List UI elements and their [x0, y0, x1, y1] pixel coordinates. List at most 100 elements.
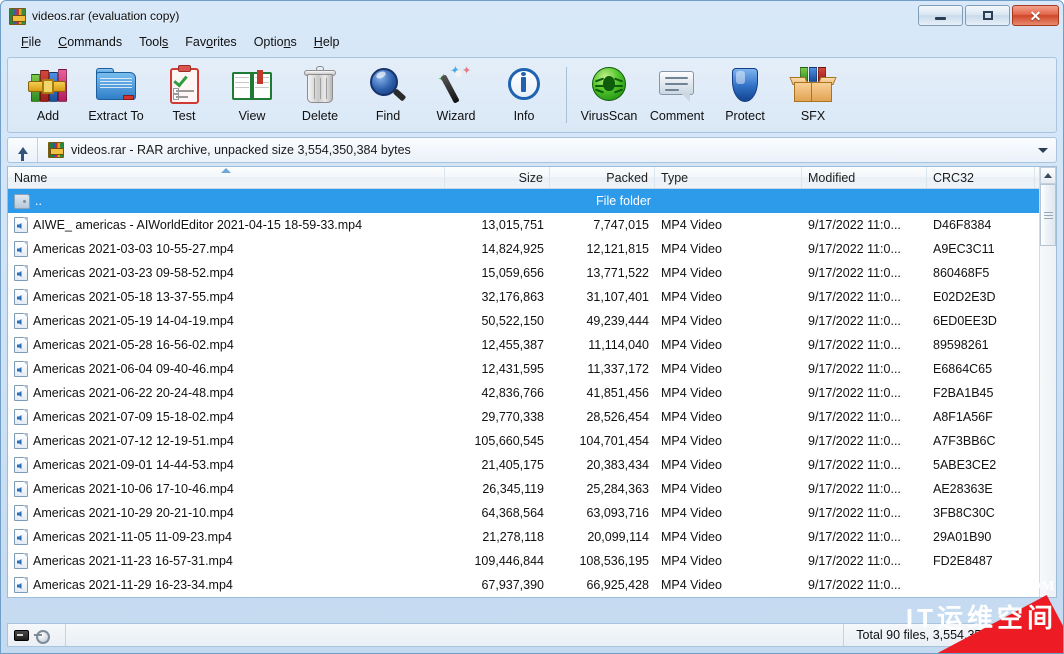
column-header-name[interactable]: Name — [8, 167, 445, 188]
cell-type: MP4 Video — [661, 266, 722, 280]
maximize-button[interactable] — [965, 5, 1010, 26]
scroll-track[interactable] — [1040, 246, 1056, 597]
table-row[interactable]: .. File folder — [8, 189, 1039, 213]
cell-size: 13,015,751 — [481, 218, 544, 232]
table-row[interactable]: AIWE_ americas - AIWorldEditor 2021-04-1… — [8, 213, 1039, 237]
mp4-file-icon — [14, 289, 28, 305]
toolbar-button-sfx[interactable]: SFX — [779, 60, 847, 130]
cell-packed: 11,114,040 — [588, 338, 649, 352]
extract-folder-icon — [93, 64, 139, 106]
menu-tools[interactable]: Tools — [131, 33, 176, 51]
toolbar-label-test: Test — [172, 109, 196, 123]
toolbar-button-info[interactable]: Info — [490, 60, 558, 130]
mp4-file-icon — [14, 529, 28, 545]
file-name-label: Americas 2021-11-29 16-23-34.mp4 — [33, 578, 233, 592]
column-header-type[interactable]: Type — [655, 167, 802, 188]
menu-commands[interactable]: Commands — [50, 33, 130, 51]
table-row[interactable]: Americas 2021-10-06 17-10-46.mp4 26,345,1… — [8, 477, 1039, 501]
mp4-file-icon — [14, 265, 28, 281]
cell-name: Americas 2021-11-23 16-57-31.mp4 — [8, 553, 445, 569]
cell-modified: 9/17/2022 11:0... — [808, 266, 901, 280]
test-clipboard-icon — [161, 64, 207, 106]
toolbar-button-find[interactable]: Find — [354, 60, 422, 130]
cell-modified: 9/17/2022 11:0... — [808, 290, 901, 304]
table-row[interactable]: Americas 2021-09-01 14-44-53.mp4 21,405,1… — [8, 453, 1039, 477]
table-row[interactable]: Americas 2021-03-03 10-55-27.mp4 14,824,9… — [8, 237, 1039, 261]
close-button[interactable]: ✕ — [1012, 5, 1059, 26]
table-row[interactable]: Americas 2021-07-12 12-19-51.mp4 105,660,… — [8, 429, 1039, 453]
menu-favorites[interactable]: Favorites — [177, 33, 244, 51]
cell-packed: 63,093,716 — [586, 506, 649, 520]
table-row[interactable]: Americas 2021-11-05 11-09-23.mp4 21,278,1… — [8, 525, 1039, 549]
cell-modified: 9/17/2022 11:0... — [808, 554, 901, 568]
view-book-icon — [229, 64, 275, 106]
minimize-button[interactable] — [918, 5, 963, 26]
cell-type: MP4 Video — [661, 530, 722, 544]
mp4-file-icon — [14, 433, 28, 449]
address-bar[interactable]: videos.rar - RAR archive, unpacked size … — [7, 137, 1057, 163]
cell-crc32: A9EC3C11 — [933, 242, 995, 256]
menu-options[interactable]: Options — [246, 33, 305, 51]
toolbar-button-protect[interactable]: Protect — [711, 60, 779, 130]
toolbar-button-extract-to[interactable]: Extract To — [82, 60, 150, 130]
toolbar-button-view[interactable]: View — [218, 60, 286, 130]
mp4-file-icon — [14, 505, 28, 521]
file-name-label: Americas 2021-06-22 20-24-48.mp4 — [33, 386, 234, 400]
toolbar-separator — [566, 67, 567, 123]
table-row[interactable]: Americas 2021-05-18 13-37-55.mp4 32,176,8… — [8, 285, 1039, 309]
window-title: videos.rar (evaluation copy) — [32, 9, 180, 23]
file-name-label: Americas 2021-05-28 16-56-02.mp4 — [33, 338, 234, 352]
file-name-label: Americas 2021-03-03 10-55-27.mp4 — [33, 242, 234, 256]
title-bar: videos.rar (evaluation copy) ✕ — [1, 1, 1063, 31]
status-bar: Total 90 files, 3,554,350,384 bytes — [7, 623, 1057, 647]
menu-file[interactable]: File — [13, 33, 49, 51]
cell-type: MP4 Video — [661, 482, 722, 496]
cell-size: 50,522,150 — [481, 314, 544, 328]
table-row[interactable]: Americas 2021-05-19 14-04-19.mp4 50,522,1… — [8, 309, 1039, 333]
status-total-label: Total 90 files, 3,554,350,384 bytes — [843, 624, 1056, 646]
cell-type: MP4 Video — [661, 578, 722, 592]
cell-name: Americas 2021-11-05 11-09-23.mp4 — [8, 529, 445, 545]
table-row[interactable]: Americas 2021-05-28 16-56-02.mp4 12,455,3… — [8, 333, 1039, 357]
scroll-up-button[interactable] — [1040, 167, 1056, 184]
cell-packed: 28,526,454 — [586, 410, 649, 424]
column-header-size[interactable]: Size — [445, 167, 550, 188]
table-row[interactable]: Americas 2021-11-23 16-57-31.mp4 109,446,… — [8, 549, 1039, 573]
file-name-label: AIWE_ americas - AIWorldEditor 2021-04-1… — [33, 218, 363, 232]
cell-name: Americas 2021-11-29 16-23-34.mp4 — [8, 577, 445, 593]
cell-size: 67,937,390 — [481, 578, 544, 592]
toolbar-button-comment[interactable]: Comment — [643, 60, 711, 130]
toolbar-button-delete[interactable]: Delete — [286, 60, 354, 130]
toolbar-button-wizard[interactable]: ✦✦✦ Wizard — [422, 60, 490, 130]
delete-trash-icon — [297, 64, 343, 106]
file-name-label: Americas 2021-05-19 14-04-19.mp4 — [33, 314, 234, 328]
vertical-scrollbar[interactable] — [1039, 167, 1056, 597]
cell-name: Americas 2021-05-28 16-56-02.mp4 — [8, 337, 445, 353]
cell-modified: 9/17/2022 11:0... — [808, 506, 901, 520]
table-row[interactable]: Americas 2021-07-09 15-18-02.mp4 29,770,3… — [8, 405, 1039, 429]
column-header-label: CRC32 — [933, 170, 974, 185]
table-row[interactable]: Americas 2021-06-22 20-24-48.mp4 42,836,7… — [8, 381, 1039, 405]
toolbar-label-find: Find — [375, 109, 401, 123]
menu-help[interactable]: Help — [306, 33, 348, 51]
table-row[interactable]: Americas 2021-10-29 20-21-10.mp4 64,368,5… — [8, 501, 1039, 525]
up-one-level-button[interactable] — [8, 138, 38, 162]
column-header-packed[interactable]: Packed — [550, 167, 655, 188]
column-header-crc32[interactable]: CRC32 — [927, 167, 1035, 188]
toolbar-button-add[interactable]: Add — [14, 60, 82, 130]
toolbar-button-virusscan[interactable]: VirusScan — [575, 60, 643, 130]
window-controls: ✕ — [918, 5, 1059, 26]
cell-size: 21,278,118 — [482, 530, 544, 544]
cell-crc32: D46F8384 — [933, 218, 992, 232]
table-row[interactable]: Americas 2021-06-04 09-40-46.mp4 12,431,5… — [8, 357, 1039, 381]
table-row[interactable]: Americas 2021-03-23 09-58-52.mp4 15,059,6… — [8, 261, 1039, 285]
scroll-thumb[interactable] — [1040, 184, 1056, 246]
cell-modified: 9/17/2022 11:0... — [808, 314, 901, 328]
mp4-file-icon — [14, 313, 28, 329]
table-row[interactable]: Americas 2021-11-29 16-23-34.mp4 67,937,3… — [8, 573, 1039, 597]
mp4-file-icon — [14, 577, 28, 593]
cell-type: MP4 Video — [661, 386, 722, 400]
column-header-modified[interactable]: Modified — [802, 167, 927, 188]
chevron-down-icon[interactable] — [1038, 147, 1048, 153]
toolbar-button-test[interactable]: Test — [150, 60, 218, 130]
